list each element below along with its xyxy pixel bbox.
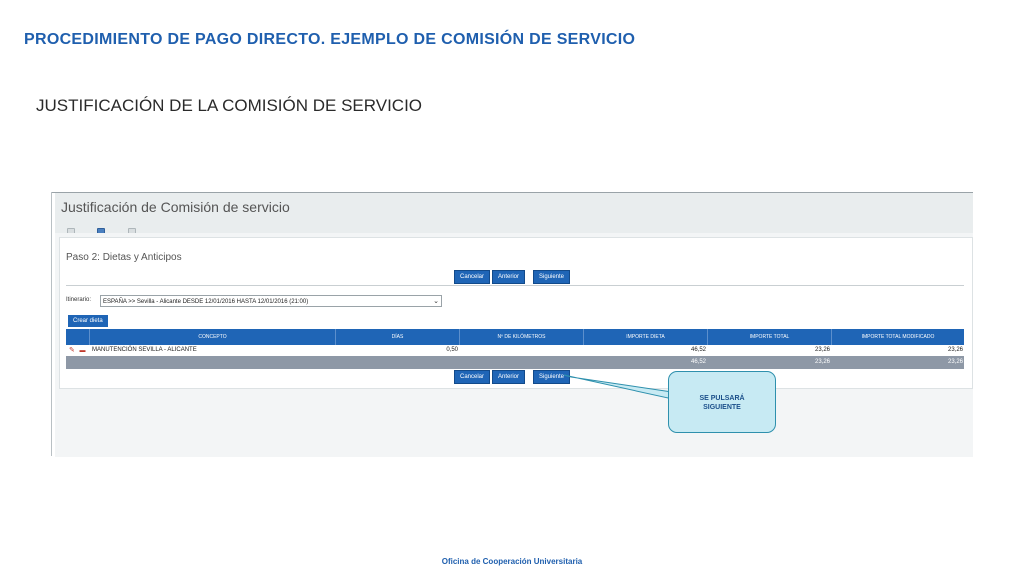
create-allowance-button[interactable]: Crear dieta	[68, 315, 108, 327]
itinerary-value: ESPAÑA >> Sevilla - Alicante DESDE 12/01…	[103, 299, 309, 305]
cell-dias: 0,50	[446, 347, 458, 353]
cancel-button-bottom[interactable]: Cancelar	[454, 370, 491, 384]
cell-importe-dieta: 46,52	[690, 347, 706, 353]
slide-title: PROCEDIMIENTO DE PAGO DIRECTO. EJEMPLO D…	[24, 31, 636, 48]
cell-importe-total-modificado: 23,26	[947, 347, 963, 353]
step-panel: Paso 2: Dietas y Anticipos Cancelar Ante…	[59, 237, 973, 389]
delete-icon[interactable]: ▬	[80, 348, 86, 354]
callout-text: SE PULSARÁ SIGUIENTE	[699, 395, 745, 411]
step-title: Paso 2: Dietas y Anticipos	[66, 252, 182, 263]
itinerary-select[interactable]: ESPAÑA >> Sevilla - Alicante DESDE 12/01…	[100, 295, 442, 307]
itinerary-label: Itinerario:	[66, 297, 92, 303]
total-importe-dieta: 46,52	[690, 359, 706, 365]
header-importe-dieta: IMPORTE DIETA	[584, 329, 708, 345]
callout-note: SE PULSARÁ SIGUIENTE	[668, 371, 776, 433]
divider	[66, 285, 964, 286]
header-concepto: CONCEPTO	[90, 329, 336, 345]
table-row: ✎ ▬ MANUTENCIÓN SEVILLA - ALICANTE 0,50 …	[66, 345, 964, 356]
allowances-table: CONCEPTO DÍAS Nº DE KILÓMETROS IMPORTE D…	[66, 329, 964, 369]
app-screenshot: Justificación de Comisión de servicio Pa…	[51, 192, 973, 457]
totals-spacer	[66, 356, 584, 369]
cell-concepto: MANUTENCIÓN SEVILLA - ALICANTE	[92, 347, 197, 353]
app-title: Justificación de Comisión de servicio	[61, 199, 290, 215]
previous-button-bottom[interactable]: Anterior	[492, 370, 526, 384]
header-km: Nº DE KILÓMETROS	[460, 329, 584, 345]
screenshot-left-edge	[51, 192, 56, 456]
header-dias: DÍAS	[336, 329, 460, 345]
cell-km	[460, 345, 584, 356]
next-button-bottom[interactable]: Siguiente	[533, 370, 571, 384]
cell-importe-total: 23,26	[814, 347, 830, 353]
app-header: Justificación de Comisión de servicio	[55, 193, 973, 236]
chevron-down-icon: ⌄	[433, 298, 439, 305]
slide-footer: Oficina de Cooperación Universitaria	[441, 557, 583, 566]
row-actions: ✎ ▬	[66, 345, 90, 356]
table-totals-row: 46,52 23,26 23,26	[66, 356, 964, 369]
slide-subtitle: JUSTIFICACIÓN DE LA COMISIÓN DE SERVICIO	[36, 96, 423, 115]
next-button-top[interactable]: Siguiente	[533, 270, 571, 284]
cancel-button-top[interactable]: Cancelar	[454, 270, 491, 284]
total-importe-total-modificado: 23,26	[947, 359, 963, 365]
table-header: CONCEPTO DÍAS Nº DE KILÓMETROS IMPORTE D…	[66, 329, 964, 345]
edit-pencil-icon[interactable]: ✎	[69, 347, 75, 354]
total-importe-total: 23,26	[814, 359, 830, 365]
previous-button-top[interactable]: Anterior	[492, 270, 526, 284]
header-actions	[66, 329, 90, 345]
header-importe-total: IMPORTE TOTAL	[708, 329, 832, 345]
header-importe-total-modificado: IMPORTE TOTAL MODIFICADO	[861, 334, 935, 340]
